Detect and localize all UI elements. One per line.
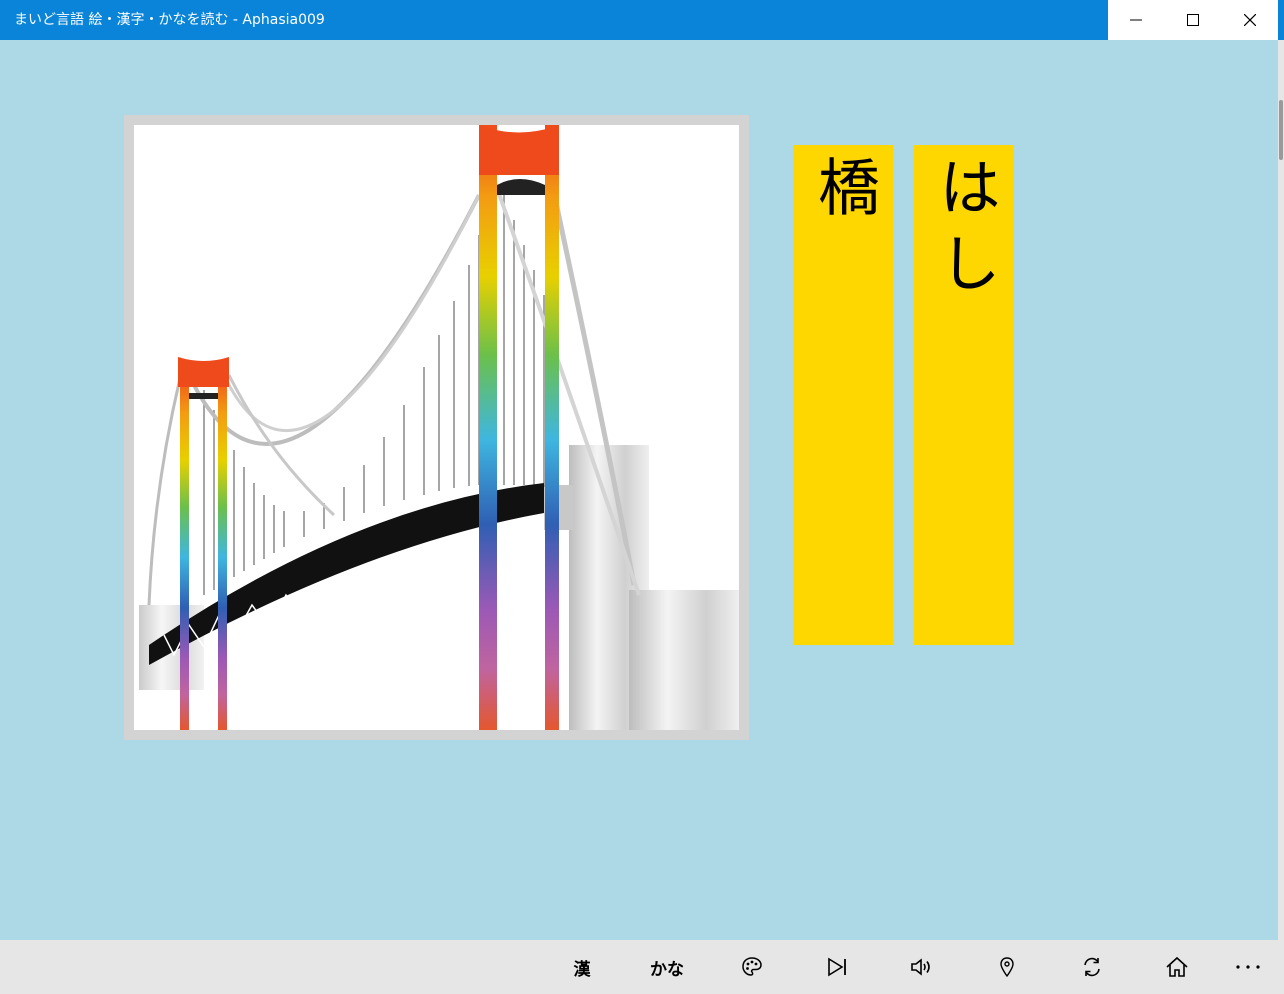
scrollbar[interactable] bbox=[1278, 40, 1284, 940]
more-icon bbox=[1236, 965, 1260, 969]
palette-button[interactable] bbox=[722, 940, 782, 994]
location-button[interactable] bbox=[977, 940, 1037, 994]
palette-icon bbox=[742, 957, 762, 976]
minimize-button[interactable] bbox=[1108, 0, 1165, 40]
picture-frame bbox=[124, 115, 749, 740]
volume-icon bbox=[911, 958, 930, 976]
kana-card[interactable]: はし bbox=[914, 145, 1014, 645]
kanji-button[interactable]: 漢 bbox=[552, 940, 612, 994]
maximize-icon bbox=[1187, 14, 1199, 26]
bridge-picture[interactable] bbox=[134, 125, 739, 730]
bridge-illustration bbox=[139, 125, 739, 730]
scrollbar-thumb[interactable] bbox=[1279, 100, 1283, 160]
kanji-card[interactable]: 橋 bbox=[793, 145, 893, 645]
maximize-button[interactable] bbox=[1165, 0, 1222, 40]
app-bar: 漢 かな bbox=[0, 940, 1284, 994]
home-icon bbox=[1166, 956, 1188, 977]
location-pin-icon bbox=[1000, 957, 1014, 978]
close-icon bbox=[1243, 14, 1256, 26]
window-controls bbox=[1108, 0, 1278, 40]
more-button[interactable] bbox=[1218, 940, 1278, 994]
refresh-button[interactable] bbox=[1062, 940, 1122, 994]
kana-text: はし bbox=[928, 155, 1001, 307]
kanji-text: 橋 bbox=[807, 155, 880, 231]
title-bar: まいど言語 絵・漢字・かなを読む - Aphasia009 bbox=[0, 0, 1284, 40]
refresh-icon bbox=[1084, 957, 1100, 977]
close-button[interactable] bbox=[1221, 0, 1278, 40]
minimize-icon bbox=[1130, 19, 1143, 21]
volume-button[interactable] bbox=[892, 940, 952, 994]
skip-next-icon bbox=[828, 957, 846, 977]
home-button[interactable] bbox=[1147, 940, 1207, 994]
skip-next-button[interactable] bbox=[807, 940, 867, 994]
kana-button[interactable]: かな bbox=[637, 940, 697, 994]
window-title: まいど言語 絵・漢字・かなを読む - Aphasia009 bbox=[14, 12, 325, 28]
